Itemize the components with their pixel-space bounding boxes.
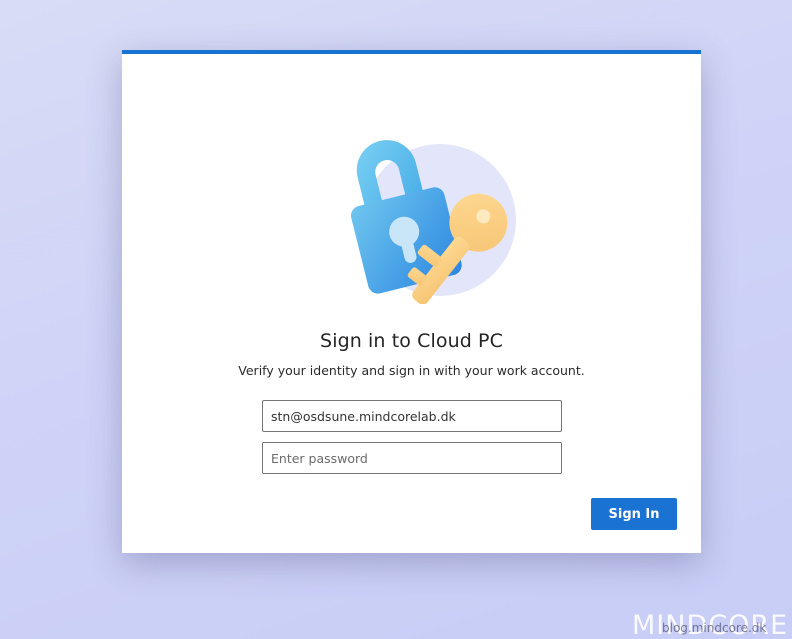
- sign-in-dialog: Sign in to Cloud PC Verify your identity…: [122, 50, 701, 553]
- password-field[interactable]: [262, 442, 562, 474]
- dialog-accent-bar: [122, 50, 701, 54]
- dialog-subtitle: Verify your identity and sign in with yo…: [238, 363, 585, 378]
- mindcore-watermark: MINDCORE blog.mindcore.dk: [632, 606, 792, 639]
- sign-in-button[interactable]: Sign In: [591, 498, 677, 530]
- watermark-tagline: blog.mindcore.dk: [662, 621, 767, 635]
- email-field[interactable]: [262, 400, 562, 432]
- lock-and-key-icon: [351, 140, 516, 304]
- dialog-title: Sign in to Cloud PC: [320, 330, 503, 352]
